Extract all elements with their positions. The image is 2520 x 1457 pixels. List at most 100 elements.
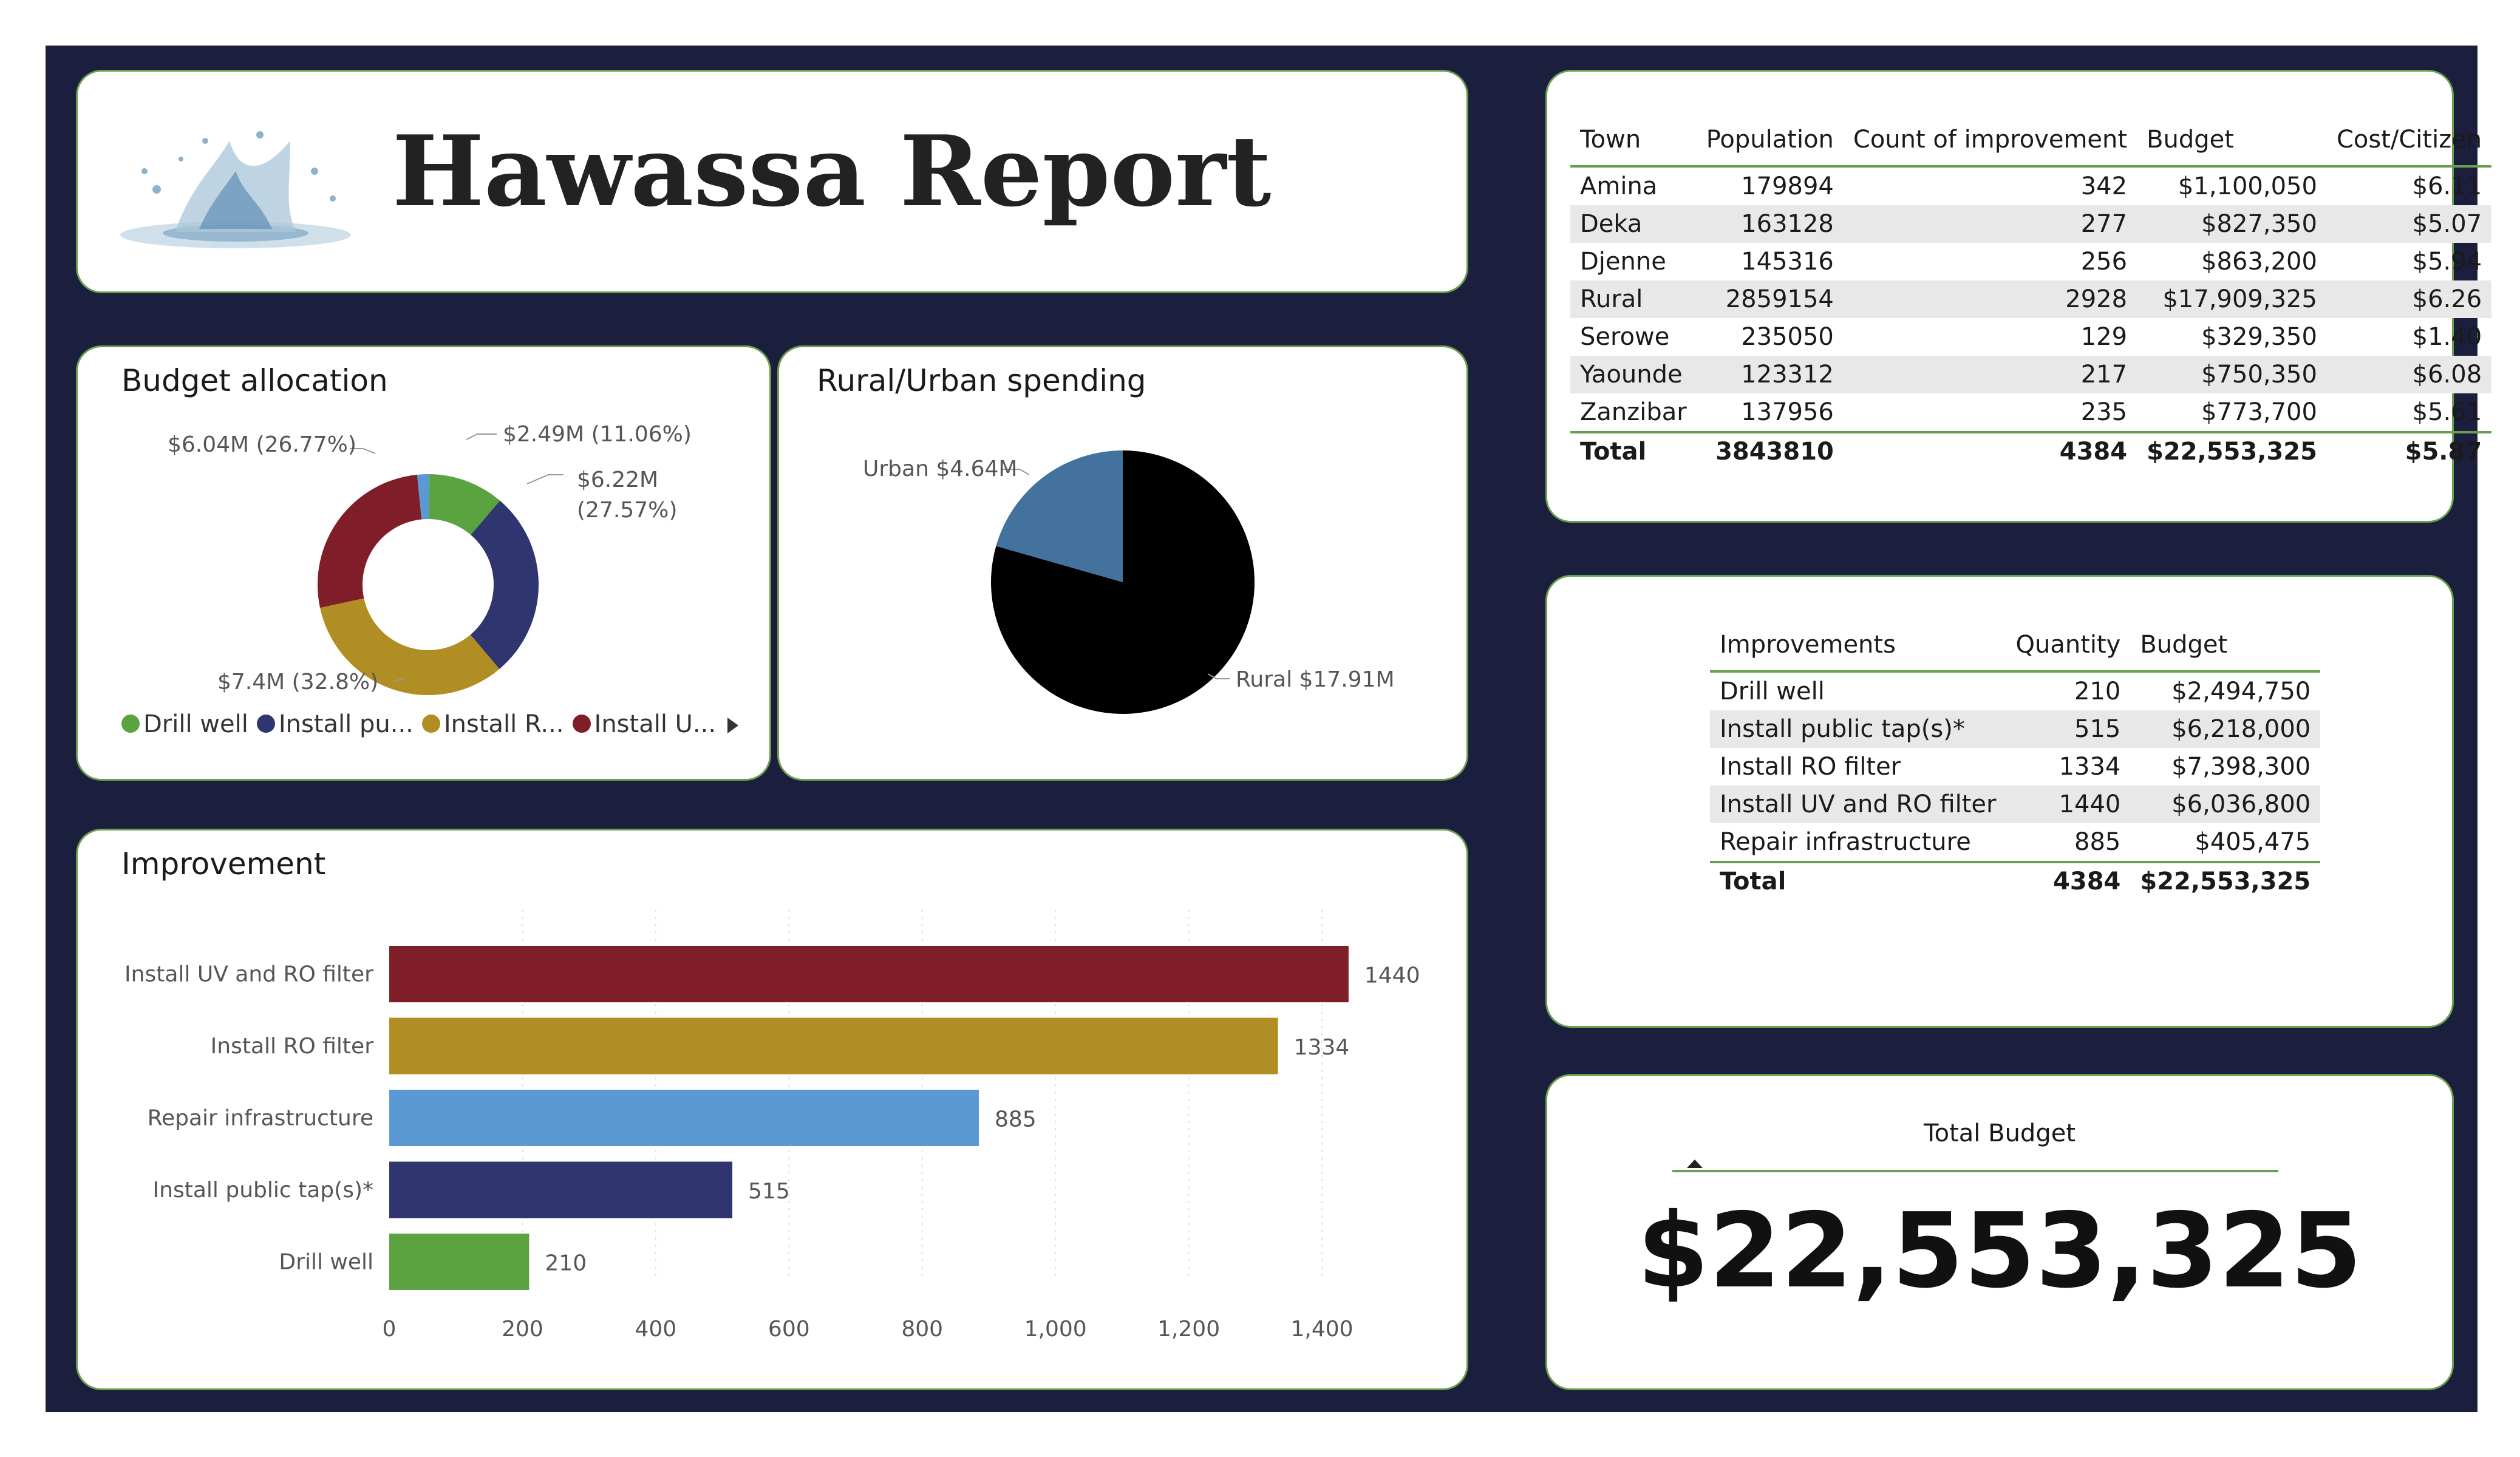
table-row[interactable]: Repair infrastructure 885 $405,475 — [1710, 823, 2320, 862]
slice-label-uv-ro-filter: $6.04M (26.77%) — [168, 432, 356, 457]
report-title: Hawassa Report — [392, 114, 1272, 228]
cell-budget: $863,200 — [2201, 248, 2317, 276]
x-tick-label: 600 — [768, 1317, 810, 1342]
table-total-row: Total 3843810 4384 $22,553,325 $5.87 — [1570, 432, 2492, 470]
legend-label: Install U... — [594, 710, 717, 738]
total-label: Total — [1720, 868, 1786, 895]
donut-hole — [363, 519, 494, 650]
legend-item[interactable]: Install pu... — [256, 710, 414, 738]
total-budget: $22,553,325 — [2140, 868, 2311, 895]
cell-budget: $7,398,300 — [2171, 753, 2311, 781]
cell-cost: $5.94 — [2412, 248, 2482, 276]
col-cost-citizen[interactable]: Cost/Citizen — [2327, 114, 2491, 166]
x-tick-label: 1,000 — [1024, 1317, 1087, 1342]
x-tick-label: 400 — [635, 1317, 676, 1342]
y-category-label: Drill well — [279, 1250, 373, 1275]
rural-label: Rural $17.91M — [1236, 667, 1395, 692]
col-town[interactable]: Town — [1570, 114, 1697, 166]
legend-dot — [256, 715, 275, 733]
cell-town: Djenne — [1580, 248, 1666, 276]
cell-population: 145316 — [1741, 248, 1834, 276]
legend-label: Install pu... — [278, 710, 414, 738]
table-row[interactable]: Install UV and RO filter 1440 $6,036,800 — [1710, 786, 2321, 823]
triangle-up-icon[interactable] — [1686, 1157, 1704, 1169]
table-row[interactable]: Amina 179894 342 $1,100,050 $6.11 — [1570, 166, 2491, 205]
bar-data-label: 515 — [748, 1179, 790, 1204]
x-tick-label: 1,200 — [1157, 1317, 1220, 1342]
cell-town: Serowe — [1580, 323, 1670, 351]
cell-cost: $6.08 — [2412, 361, 2482, 389]
improvements-table-card: Improvements Quantity Budget Drill well 2… — [1545, 575, 2454, 1028]
cell-count: 217 — [2080, 361, 2128, 389]
cell-count: 129 — [2080, 323, 2128, 351]
table-row[interactable]: Deka 163128 277 $827,350 $5.07 — [1570, 205, 2492, 243]
col-budget[interactable]: Budget — [2137, 114, 2327, 166]
cell-count: 235 — [2080, 398, 2128, 426]
col-population[interactable]: Population — [1697, 114, 1844, 166]
cell-town: Yaounde — [1580, 361, 1683, 389]
cell-count: 2928 — [2065, 285, 2128, 313]
bar[interactable] — [389, 1017, 1278, 1075]
cell-population: 163128 — [1741, 210, 1834, 238]
improvement-bar-chart[interactable]: Install UV and RO filter Install RO filte… — [78, 830, 1470, 1392]
legend-item[interactable]: Drill well — [121, 710, 248, 738]
table-row[interactable]: Djenne 145316 256 $863,200 $5.94 — [1570, 243, 2491, 280]
col-quantity[interactable]: Quantity — [2006, 619, 2131, 671]
total-cost: $5.87 — [2405, 438, 2482, 466]
town-table: Town Population Count of improvement Bud… — [1570, 114, 2492, 470]
slice-label-public-tap-1: $6.22M — [577, 467, 658, 492]
total-label: Total — [1580, 438, 1647, 466]
col-count-improvement[interactable]: Count of improvement — [1844, 114, 2137, 166]
table-row[interactable]: Serowe 235050 129 $329,350 $1.40 — [1570, 318, 2491, 356]
dashboard-canvas: Hawassa Report Budget allocation $2.49M … — [46, 46, 2492, 1412]
total-budget: $22,553,325 — [2147, 438, 2317, 466]
cell-count: 256 — [2080, 248, 2128, 276]
table-row[interactable]: Yaounde 123312 217 $750,350 $6.08 — [1570, 356, 2492, 393]
total-budget-card: Total Budget $22,553,325 — [1545, 1074, 2454, 1390]
cell-improvement: Install public tap(s)* — [1720, 715, 1965, 743]
improvements-table-header: Improvements Quantity Budget — [1710, 619, 2321, 671]
improvement-card: Improvement Install UV and RO filter Inst… — [76, 829, 1468, 1390]
cell-budget: $405,475 — [2195, 828, 2311, 856]
urban-label: Urban $4.64M — [863, 457, 1017, 481]
legend-dot — [421, 715, 440, 733]
cell-budget: $329,350 — [2201, 323, 2317, 351]
legend-item[interactable]: Install R... — [421, 710, 564, 738]
legend-label: Install R... — [443, 710, 564, 738]
cell-budget: $827,350 — [2201, 210, 2317, 238]
table-row[interactable]: Install public tap(s)* 515 $6,218,000 — [1710, 710, 2321, 748]
legend-label: Drill well — [143, 710, 248, 738]
x-tick-label: 200 — [502, 1317, 543, 1342]
cell-improvement: Install RO filter — [1720, 753, 1901, 781]
improvements-table: Improvements Quantity Budget Drill well 2… — [1710, 619, 2321, 900]
table-row[interactable]: Rural 2859154 2928 $17,909,325 $6.26 — [1570, 280, 2492, 318]
bar[interactable] — [389, 946, 1349, 1002]
col-budget[interactable]: Budget — [2130, 619, 2320, 671]
cell-cost: $6.11 — [2412, 172, 2482, 200]
y-category-label: Install RO filter — [211, 1034, 374, 1059]
bar-data-label: 885 — [995, 1107, 1037, 1132]
budget-legend: Drill well Install pu... Install R... Insta… — [121, 710, 724, 738]
bar-data-label: 1334 — [1294, 1035, 1350, 1060]
col-improvements[interactable]: Improvements — [1710, 619, 2006, 671]
table-total-row: Total 4384 $22,553,325 — [1710, 862, 2321, 900]
legend-item[interactable]: Install U... — [572, 710, 717, 738]
town-table-card: Town Population Count of improvement Bud… — [1545, 70, 2492, 523]
y-category-label: Install public tap(s)* — [153, 1178, 373, 1203]
legend-dot — [572, 715, 591, 733]
bar[interactable] — [389, 1161, 733, 1218]
cell-town: Rural — [1580, 285, 1643, 313]
cell-count: 342 — [2080, 172, 2128, 200]
total-count: 4384 — [2059, 438, 2128, 466]
bar[interactable] — [389, 1090, 979, 1146]
rural-urban-pie-chart[interactable]: Urban $4.64M Rural $17.91M — [779, 347, 1470, 783]
table-row[interactable]: Zanzibar 137956 235 $773,700 $5.61 — [1570, 393, 2491, 432]
table-row[interactable]: Install RO filter 1334 $7,398,300 — [1710, 748, 2320, 786]
table-row[interactable]: Drill well 210 $2,494,750 — [1710, 671, 2320, 710]
cell-budget: $2,494,750 — [2171, 678, 2311, 705]
legend-dot — [121, 715, 140, 733]
cell-cost: $5.61 — [2412, 398, 2482, 426]
bar[interactable] — [389, 1234, 530, 1290]
cell-town: Zanzibar — [1580, 398, 1687, 426]
triangle-right-icon[interactable] — [726, 716, 741, 735]
